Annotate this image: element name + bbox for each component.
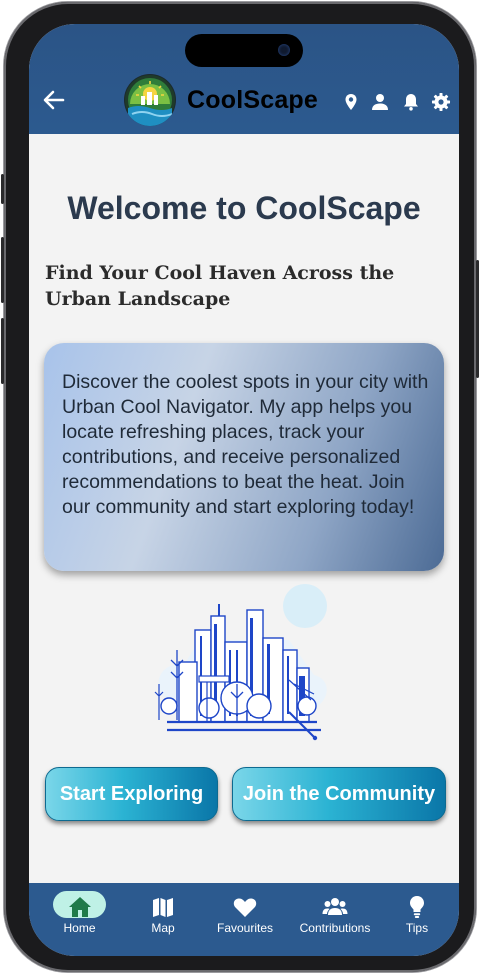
nav-label-home: Home bbox=[63, 921, 96, 935]
map-icon bbox=[153, 898, 173, 917]
intro-card: Discover the coolest spots in your city … bbox=[44, 343, 444, 571]
bottom-nav: Home Map Favourites Contributions Tips bbox=[29, 883, 459, 956]
phone-frame: CoolScape Welcome to CoolScape Find Your… bbox=[1, 2, 479, 972]
dynamic-island bbox=[185, 34, 303, 67]
back-arrow-icon[interactable] bbox=[41, 87, 67, 113]
lightbulb-icon bbox=[410, 896, 424, 918]
nav-label-contributions: Contributions bbox=[299, 921, 371, 935]
power-button bbox=[476, 260, 479, 378]
nav-item-contributions[interactable]: Contributions bbox=[295, 883, 375, 943]
volume-up-button bbox=[1, 237, 4, 303]
start-exploring-button[interactable]: Start Exploring bbox=[45, 767, 218, 821]
group-icon bbox=[322, 898, 348, 915]
bell-icon[interactable] bbox=[401, 92, 421, 112]
city-illustration bbox=[154, 584, 327, 741]
nav-label-tips: Tips bbox=[405, 921, 429, 935]
page-subtitle: Find Your Cool Haven Across the Urban La… bbox=[45, 262, 395, 310]
mute-switch bbox=[1, 174, 4, 204]
page-title: Welcome to CoolScape bbox=[67, 190, 421, 226]
heart-icon bbox=[233, 898, 257, 917]
nav-label-favourites: Favourites bbox=[216, 921, 274, 935]
nav-item-home[interactable]: Home bbox=[29, 883, 130, 943]
volume-down-button bbox=[1, 318, 4, 384]
join-community-button[interactable]: Join the Community bbox=[232, 767, 446, 821]
app-screen: CoolScape Welcome to CoolScape Find Your… bbox=[29, 24, 459, 956]
nav-item-favourites[interactable]: Favourites bbox=[209, 883, 281, 943]
camera-icon bbox=[278, 44, 290, 56]
nav-item-tips[interactable]: Tips bbox=[391, 883, 443, 943]
app-logo bbox=[124, 74, 176, 126]
intro-description: Discover the coolest spots in your city … bbox=[62, 371, 429, 518]
app-brand-name: CoolScape bbox=[187, 86, 318, 114]
nav-label-map: Map bbox=[151, 921, 175, 935]
nav-item-map[interactable]: Map bbox=[130, 883, 196, 943]
location-pin-icon[interactable] bbox=[341, 92, 361, 112]
app-header: CoolScape bbox=[29, 24, 459, 134]
gear-icon[interactable] bbox=[431, 92, 451, 112]
person-icon[interactable] bbox=[370, 92, 390, 112]
home-icon bbox=[68, 897, 91, 917]
